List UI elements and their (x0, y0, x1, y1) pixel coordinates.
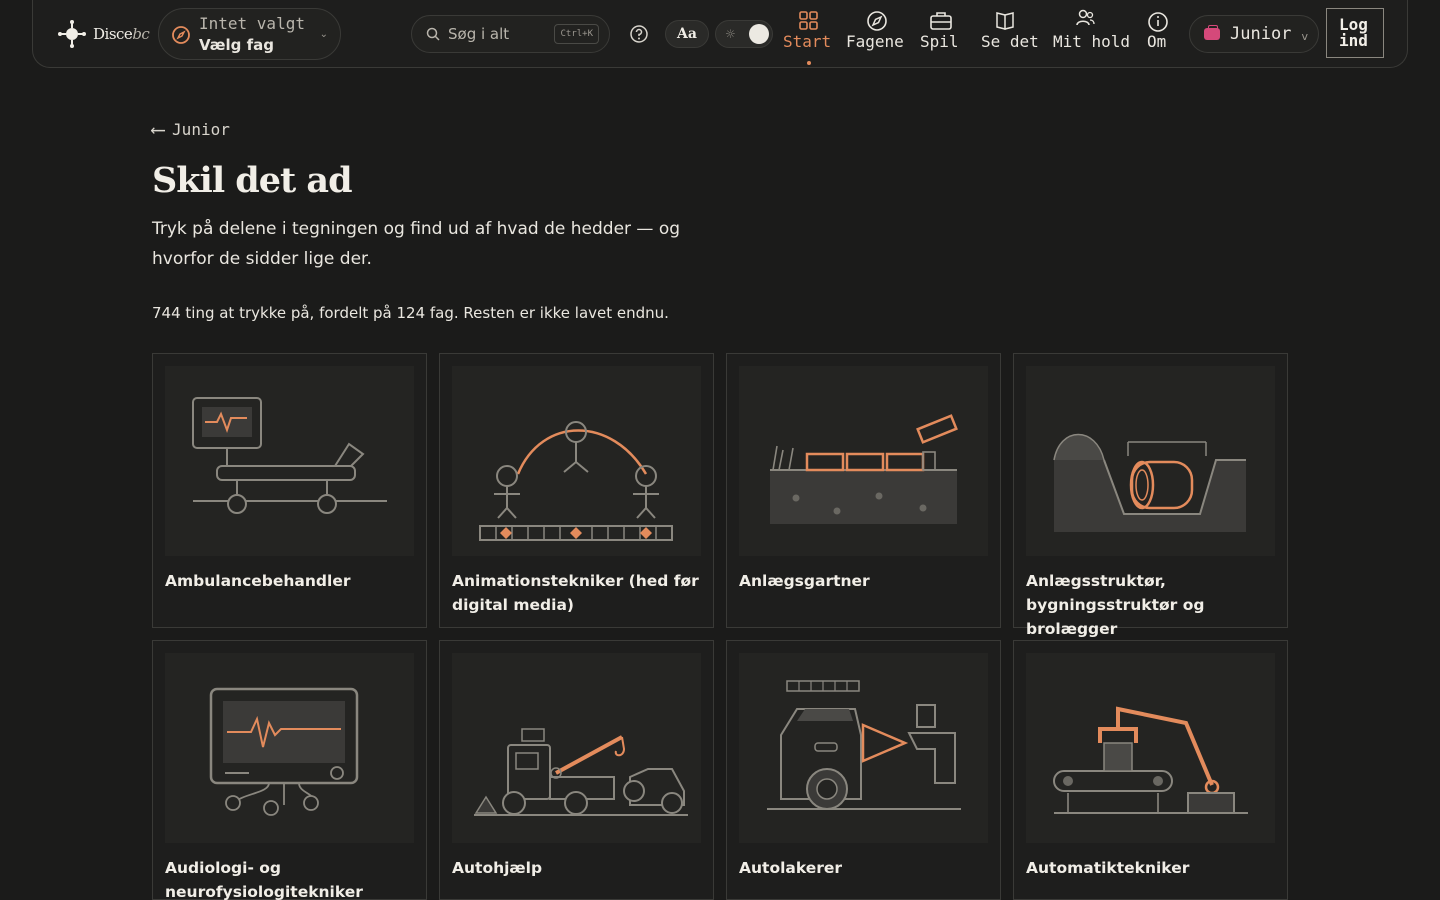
logo-text: Discebc (93, 25, 150, 43)
top-bar: Discebc Intet valgt Vælg fag ⌄ Søg i alt… (32, 0, 1408, 68)
help-icon[interactable] (629, 24, 649, 44)
font-size-button[interactable]: Aa (665, 20, 709, 48)
nav-fagene[interactable]: Fagene (846, 8, 910, 66)
card-autohjaelp[interactable]: Autohjælp (439, 640, 714, 900)
chevron-down-icon: ⌄ (319, 29, 328, 40)
chevron-down-icon: v (1301, 30, 1308, 43)
pipe-trench-illustration (1026, 366, 1275, 556)
page-title: Skil det ad (152, 160, 353, 201)
nav-start[interactable]: Start (783, 8, 835, 66)
monitor-illustration (165, 653, 414, 843)
briefcase-icon (930, 12, 952, 30)
card-autolakerer[interactable]: Autolakerer (726, 640, 1001, 900)
robot-arm-illustration (1026, 653, 1275, 843)
back-link[interactable]: ⟵ Junior (152, 117, 230, 141)
info-icon (1148, 12, 1168, 32)
logo[interactable]: Discebc (57, 18, 150, 50)
page-lead: Tryk på delene i tegningen og find ud af… (152, 219, 681, 269)
compass-icon (172, 26, 190, 44)
toggle-knob (749, 24, 769, 44)
login-button[interactable]: Log ind (1326, 8, 1384, 58)
sun-icon: ☼ (725, 27, 736, 41)
audience-selector[interactable]: Junior v (1189, 15, 1319, 53)
subject-selector[interactable]: Intet valgt Vælg fag ⌄ (158, 8, 341, 60)
theme-toggle[interactable]: ☼ (715, 20, 773, 48)
item-count: 744 ting at trykke på, fordelt på 124 fa… (152, 304, 669, 322)
stretcher-illustration (165, 366, 414, 556)
compass-icon (867, 11, 887, 31)
card-anlaegsgartner[interactable]: Anlægsgartner (726, 353, 1001, 628)
nav-spil[interactable]: Spil (920, 8, 962, 66)
search-placeholder: Søg i alt (448, 25, 510, 43)
subject-action: Vælg fag (199, 36, 274, 54)
card-ambulancebehandler[interactable]: Ambulancebehandler (152, 353, 427, 628)
arrow-left-icon: ⟵ (152, 117, 165, 141)
book-icon (996, 12, 1014, 30)
nav-se-det[interactable]: Se det (981, 8, 1039, 66)
active-indicator (807, 61, 811, 65)
search-icon (426, 27, 440, 41)
schoolbag-icon (1204, 25, 1220, 40)
animation-illustration (452, 366, 701, 556)
nav-mit-hold[interactable]: Mit hold (1053, 8, 1130, 66)
card-audiologi[interactable]: Audiologi- og neurofysiologitekniker (152, 640, 427, 900)
nav-om[interactable]: Om (1147, 8, 1171, 66)
search-field[interactable]: Søg i alt Ctrl+K (411, 15, 610, 53)
spray-paint-illustration (739, 653, 988, 843)
search-shortcut: Ctrl+K (554, 24, 599, 44)
card-animationstekniker[interactable]: Animationstekniker (hed før digital medi… (439, 353, 714, 628)
card-automatiktekniker[interactable]: Automatiktekniker (1013, 640, 1288, 900)
paving-illustration (739, 366, 988, 556)
subject-status: Intet valgt (199, 14, 305, 33)
tow-truck-illustration (452, 653, 701, 843)
users-icon (1076, 9, 1095, 26)
card-anlaegsstruktoer[interactable]: Anlægsstruktør, bygningsstruktør og brol… (1013, 353, 1288, 638)
logo-icon (58, 20, 86, 48)
grid-icon (799, 11, 818, 30)
